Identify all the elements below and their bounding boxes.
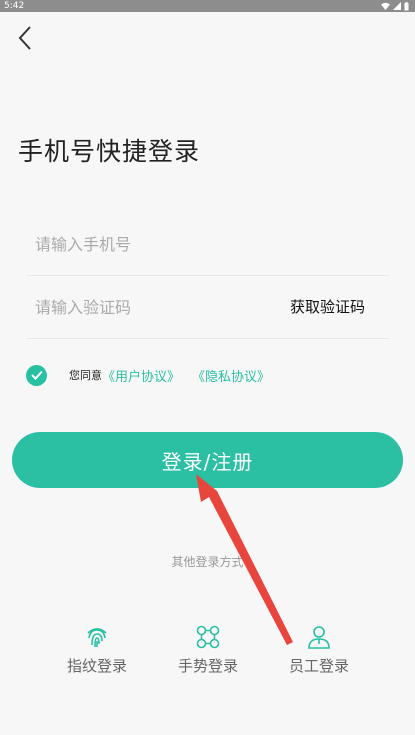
employee-login-label: 员工登录 — [288, 657, 349, 675]
gesture-login-label: 手势登录 — [177, 657, 238, 675]
verification-code-input[interactable] — [35, 276, 265, 338]
back-button[interactable] — [12, 24, 38, 52]
status-bar: 5:42 — [0, 0, 415, 12]
user-agreement-link[interactable]: 《用户协议》 — [102, 366, 180, 385]
check-icon — [30, 370, 43, 380]
privacy-policy-link[interactable]: 《隐私协议》 — [192, 366, 270, 385]
agreement-prefix: 您同意 — [69, 369, 102, 382]
code-field-row: 获取验证码 — [27, 276, 389, 339]
employee-icon — [308, 626, 330, 649]
wifi-icon — [381, 2, 390, 10]
employee-login-button[interactable]: 员工登录 — [274, 622, 364, 676]
fingerprint-icon — [87, 628, 107, 648]
agreement-checkbox[interactable] — [26, 364, 47, 386]
battery-icon — [404, 1, 409, 10]
page-title: 手机号快捷登录 — [18, 137, 201, 166]
other-login-methods-label: 其他登录方式 — [171, 555, 244, 569]
signal-icon — [393, 2, 401, 10]
fingerprint-login-button[interactable]: 指纹登录 — [52, 622, 142, 676]
status-icons — [381, 0, 409, 12]
status-time: 5:42 — [4, 1, 25, 11]
chevron-left-icon — [18, 26, 31, 50]
fingerprint-login-label: 指纹登录 — [66, 657, 127, 675]
phone-input[interactable] — [35, 213, 265, 275]
login-register-button[interactable]: 登录/注册 — [12, 432, 403, 488]
get-code-button[interactable]: 获取验证码 — [290, 276, 365, 338]
gesture-login-button[interactable]: 手势登录 — [163, 622, 253, 676]
agreement-row: 您同意 《用户协议》 《隐私协议》 — [26, 364, 270, 386]
phone-field-row — [27, 213, 389, 276]
gesture-icon — [196, 625, 220, 649]
